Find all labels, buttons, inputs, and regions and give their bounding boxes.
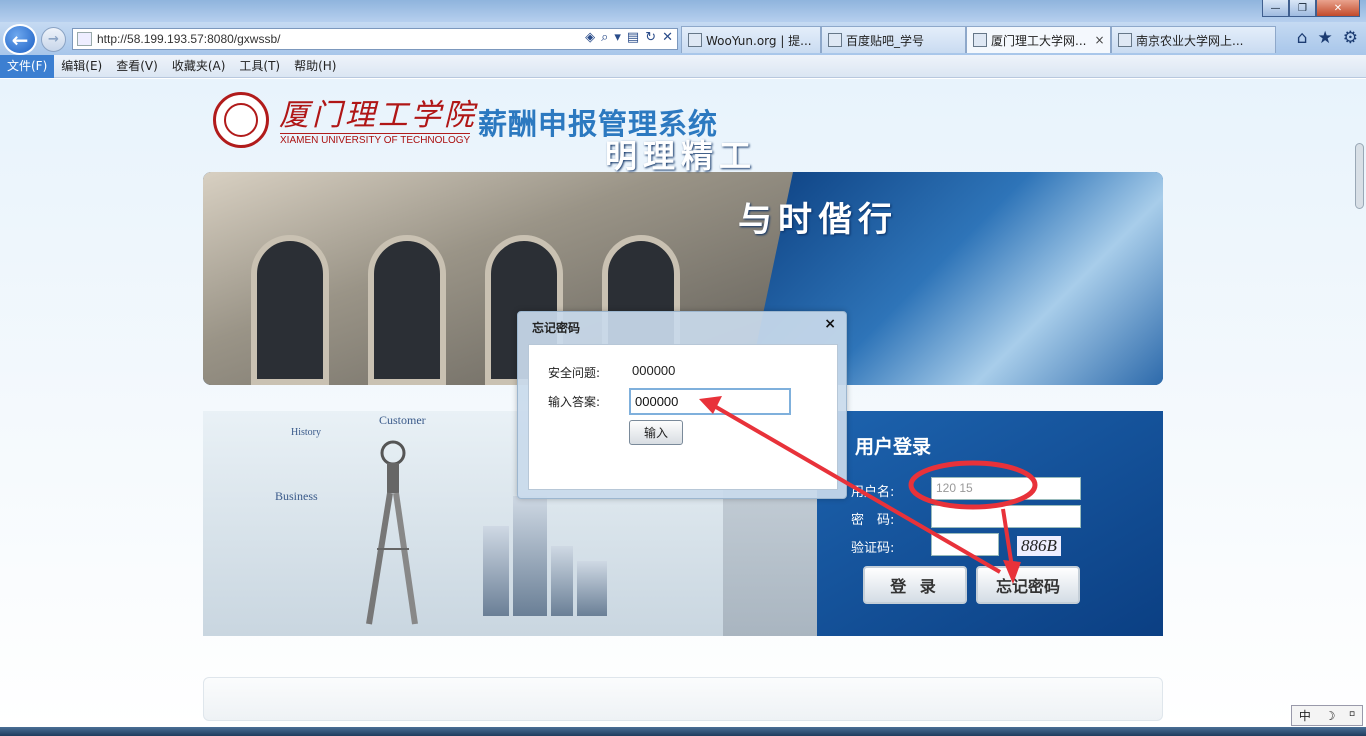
menu-file[interactable]: 文件(F) xyxy=(0,54,55,78)
slogan-line-2: 与时偕行 xyxy=(738,200,898,240)
ie-page-icon xyxy=(688,33,702,47)
punctuation-icon[interactable]: ⸋ xyxy=(1349,707,1355,724)
address-bar[interactable]: http://58.199.193.57:8080/gxwssb/ ◈ ⌕ ▾ … xyxy=(72,28,678,50)
window-titlebar: — ❐ ✕ xyxy=(0,0,1366,22)
menu-help[interactable]: 帮助(H) xyxy=(287,55,343,78)
tab-label: WooYun.org | 提... xyxy=(706,33,812,48)
shield-icon[interactable]: ◈ xyxy=(585,30,595,45)
submit-answer-button[interactable]: 输入 xyxy=(629,420,683,445)
answer-input[interactable]: 000000 xyxy=(629,388,791,415)
search-icon[interactable]: ⌕ xyxy=(601,30,608,45)
username-label: 用户名: xyxy=(851,485,895,500)
dialog-body: 安全问题: 000000 输入答案: 000000 输入 xyxy=(528,344,838,490)
close-tab-icon[interactable]: × xyxy=(1094,33,1104,47)
refresh-icon[interactable]: ↻ xyxy=(645,30,656,45)
tab-label: 南京农业大学网上... xyxy=(1136,33,1244,48)
menu-edit[interactable]: 编辑(E) xyxy=(54,55,109,78)
favorites-star-icon[interactable]: ★ xyxy=(1318,28,1333,48)
dropdown-icon[interactable]: ▾ xyxy=(614,30,621,45)
menu-bar: 文件(F) 编辑(E) 查看(V) 收藏夹(A) 工具(T) 帮助(H) xyxy=(0,54,1366,78)
logo-chinese-name: 厦门理工学院 xyxy=(279,98,477,133)
baidu-paw-icon xyxy=(828,33,842,47)
security-question-value: 000000 xyxy=(632,363,676,378)
decor-label-history: History xyxy=(291,427,321,438)
moon-icon[interactable]: ☽ xyxy=(1325,709,1336,723)
forgot-password-dialog: 忘记密码 × 安全问题: 000000 输入答案: 000000 输入 xyxy=(517,311,847,499)
login-title: 用户登录 xyxy=(855,436,932,458)
tab-label: 厦门理工大学网... xyxy=(991,33,1087,48)
tab-njau[interactable]: 南京农业大学网上... xyxy=(1111,26,1276,53)
security-question-label: 安全问题: xyxy=(548,366,601,380)
forward-arrow-icon: → xyxy=(48,32,59,47)
page-favicon-icon xyxy=(77,32,92,46)
tab-label: 百度贴吧_学号 xyxy=(846,33,925,48)
tab-baidu-tieba[interactable]: 百度贴吧_学号 xyxy=(821,26,966,53)
logo-english-name: XIAMEN UNIVERSITY OF TECHNOLOGY xyxy=(280,133,471,146)
menu-tools[interactable]: 工具(T) xyxy=(232,55,287,78)
ime-mode[interactable]: 中 xyxy=(1299,707,1311,724)
url-text[interactable]: http://58.199.193.57:8080/gxwssb/ xyxy=(97,32,280,46)
dialog-title: 忘记密码 xyxy=(532,321,581,335)
tab-strip: WooYun.org | 提... 百度贴吧_学号 厦门理工大学网... × 南… xyxy=(681,26,1276,53)
page-scrollbar[interactable] xyxy=(1355,143,1364,209)
page-icon xyxy=(973,33,987,47)
tab-xmut[interactable]: 厦门理工大学网... × xyxy=(966,26,1111,53)
home-icon[interactable]: ⌂ xyxy=(1297,28,1308,48)
footer-bar xyxy=(203,677,1163,721)
close-icon[interactable]: × xyxy=(824,316,836,332)
tools-gear-icon[interactable]: ⚙ xyxy=(1343,28,1358,48)
captcha-image[interactable]: 886B xyxy=(1017,536,1061,556)
tab-wooyun[interactable]: WooYun.org | 提... xyxy=(681,26,821,53)
menu-favorites[interactable]: 收藏夹(A) xyxy=(165,55,233,78)
page-icon xyxy=(1118,33,1132,47)
username-input[interactable]: 120 15 xyxy=(931,477,1081,500)
answer-label: 输入答案: xyxy=(548,395,601,409)
forward-button[interactable]: → xyxy=(41,27,66,52)
back-button[interactable]: ← xyxy=(3,24,37,55)
back-arrow-icon: ← xyxy=(11,27,29,52)
login-panel: 用户登录 用户名: 120 15 密 码: 验证码: 886B 登 录 忘记密码 xyxy=(817,411,1163,636)
decor-label-customer: Customer xyxy=(379,413,426,427)
slogan-line-1: 明理精工 xyxy=(605,137,758,175)
captcha-input[interactable] xyxy=(931,533,999,556)
compatibility-view-icon[interactable]: ▤ xyxy=(627,30,639,45)
login-button[interactable]: 登 录 xyxy=(863,566,967,604)
close-window-button[interactable]: ✕ xyxy=(1316,0,1360,17)
compass-icon xyxy=(366,440,418,625)
captcha-label: 验证码: xyxy=(851,541,895,556)
password-input[interactable] xyxy=(931,505,1081,528)
password-label: 密 码: xyxy=(851,513,895,528)
stop-icon[interactable]: ✕ xyxy=(662,30,673,45)
ime-toolbar[interactable]: 中 ☽ ⸋ xyxy=(1291,705,1363,726)
taskbar[interactable] xyxy=(0,727,1366,736)
maximize-button[interactable]: ❐ xyxy=(1289,0,1316,17)
menu-view[interactable]: 查看(V) xyxy=(109,55,165,78)
university-seal-icon xyxy=(213,92,269,148)
minimize-button[interactable]: — xyxy=(1262,0,1289,17)
forgot-password-button[interactable]: 忘记密码 xyxy=(976,566,1080,604)
decor-label-business: Business xyxy=(275,489,318,503)
